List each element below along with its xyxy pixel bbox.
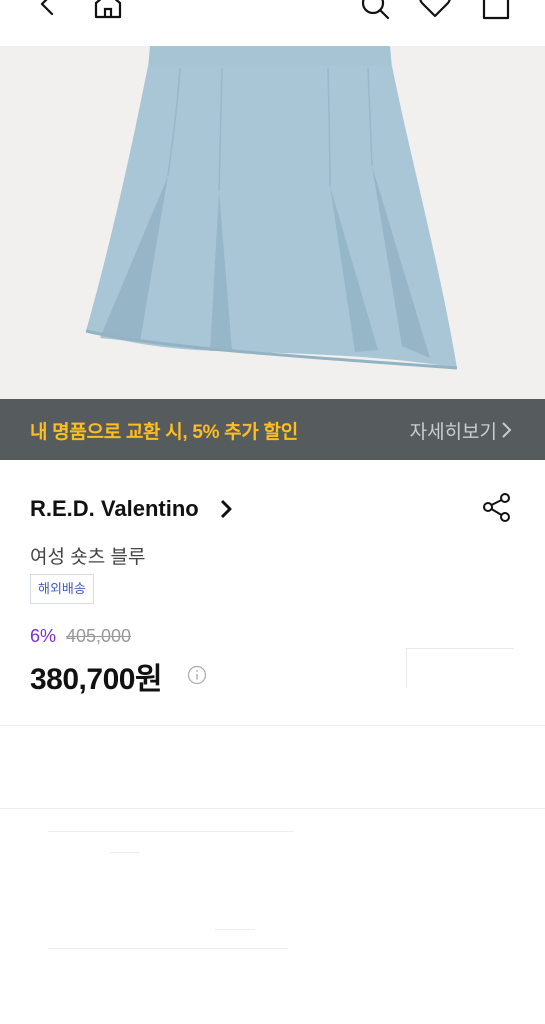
- promo-detail-link[interactable]: 자세히보기: [410, 417, 497, 444]
- overseas-shipping-badge: 해외배송: [30, 574, 94, 604]
- price-info-icon[interactable]: [187, 665, 207, 685]
- divider: [110, 852, 140, 853]
- share-icon[interactable]: [482, 492, 512, 522]
- coupon-placeholder: [406, 648, 514, 688]
- divider: [215, 929, 255, 930]
- search-icon[interactable]: [357, 0, 393, 22]
- sale-price: 380,700원: [30, 663, 163, 696]
- product-name: 여성 숏츠 블루: [30, 547, 146, 568]
- divider: [0, 808, 545, 809]
- brand-chevron-icon[interactable]: [218, 498, 234, 520]
- discount-rate: 6%: [30, 626, 57, 646]
- product-info: R.E.D. Valentino 여성 숏츠 블루 해외배송 6% 405,00…: [0, 460, 545, 726]
- home-icon[interactable]: [90, 0, 126, 22]
- heart-icon[interactable]: [417, 0, 453, 22]
- chevron-right-icon: [502, 422, 512, 438]
- bag-icon[interactable]: [478, 0, 514, 22]
- original-price: 405,000: [66, 626, 132, 646]
- skirt-illustration: [85, 46, 458, 370]
- promo-banner[interactable]: 내 명품으로 교환 시, 5% 추가 할인 자세히보기: [0, 399, 545, 460]
- divider: [48, 948, 288, 949]
- back-icon[interactable]: [30, 0, 66, 22]
- top-nav-bar: [0, 0, 545, 46]
- divider: [48, 831, 294, 832]
- product-image[interactable]: [0, 46, 545, 399]
- promo-text: 내 명품으로 교환 시, 5% 추가 할인: [30, 422, 298, 443]
- brand-name[interactable]: R.E.D. Valentino: [30, 496, 199, 522]
